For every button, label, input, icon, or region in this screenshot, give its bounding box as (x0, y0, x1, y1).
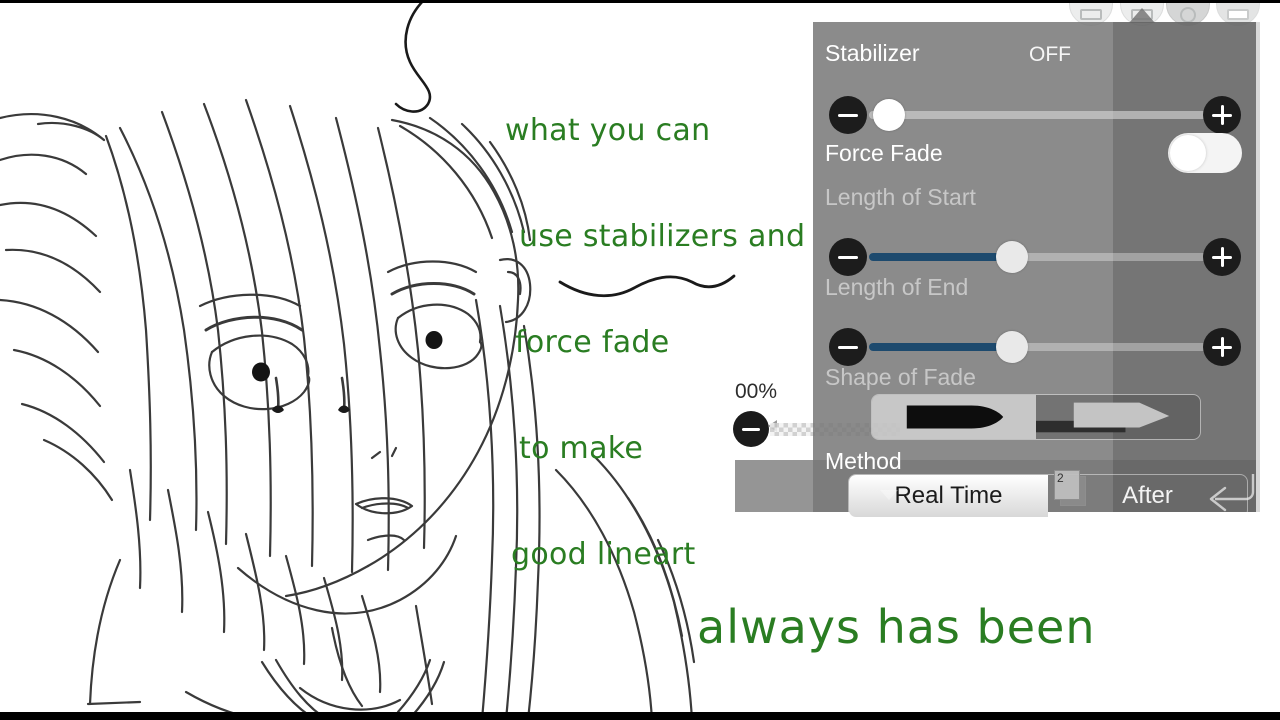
length-of-start-label: Length of Start (825, 184, 976, 210)
length-of-start-slider[interactable] (869, 238, 1209, 276)
layers-icon (1227, 9, 1249, 20)
length-of-start-slider-knob[interactable] (996, 241, 1028, 273)
caption-line: what you can (505, 112, 711, 148)
caption-instruction-text: what you can use stabilizers and force f… (505, 42, 805, 644)
length-of-end-slider-knob[interactable] (996, 331, 1028, 363)
caption-line: force fade (515, 325, 670, 361)
shape-of-fade-label: Shape of Fade (825, 364, 976, 390)
letterbox-bottom (0, 712, 1280, 720)
stabilizer-label: Stabilizer (825, 40, 920, 66)
panel-pointer-caret (1129, 8, 1155, 23)
opacity-decrease-button[interactable] (733, 411, 769, 447)
shape-of-fade-option-taper[interactable] (1036, 395, 1200, 439)
force-fade-toggle[interactable] (1168, 133, 1242, 173)
length-of-end-slider-fill (869, 343, 1012, 351)
length-of-end-decrease-button[interactable] (829, 328, 867, 366)
opacity-value-label: 00% (735, 380, 778, 403)
length-of-end-increase-button[interactable] (1203, 328, 1241, 366)
length-of-start-increase-button[interactable] (1203, 238, 1241, 276)
length-of-end-slider[interactable] (869, 328, 1209, 366)
force-fade-label: Force Fade (825, 140, 943, 166)
app-canvas: what you can use stabilizers and force f… (0, 0, 1280, 720)
panel-right-edge (1256, 22, 1260, 512)
length-of-start-decrease-button[interactable] (829, 238, 867, 276)
stabilizer-value: OFF (1029, 43, 1071, 66)
method-option-real-time[interactable]: Real Time (849, 475, 1048, 517)
method-label: Method (825, 448, 902, 474)
length-of-start-slider-fill (869, 253, 1012, 261)
caption-line: good lineart (511, 537, 696, 573)
force-fade-toggle-knob (1170, 135, 1206, 171)
caption-meme-text: always has been (697, 600, 1096, 654)
stabilizer-slider-track (869, 111, 1209, 119)
method-badge: 2 (1054, 470, 1080, 500)
method-options: Real Time After (848, 474, 1248, 518)
color-wheel-icon (1180, 7, 1196, 23)
stabilizer-decrease-button[interactable] (829, 96, 867, 134)
length-of-end-label: Length of End (825, 274, 969, 300)
eraser-icon (1080, 9, 1102, 20)
undo-arrow-icon[interactable] (1205, 466, 1255, 514)
stabilizer-slider-knob[interactable] (873, 99, 905, 131)
method-caret-icon (880, 490, 898, 500)
stabilizer-slider[interactable] (869, 96, 1209, 134)
shape-of-fade-option-bullet[interactable] (872, 395, 1036, 439)
stabilizer-increase-button[interactable] (1203, 96, 1241, 134)
shape-of-fade-options (871, 394, 1201, 440)
letterbox-top (0, 0, 1280, 3)
caption-line: use stabilizers and (519, 218, 806, 254)
